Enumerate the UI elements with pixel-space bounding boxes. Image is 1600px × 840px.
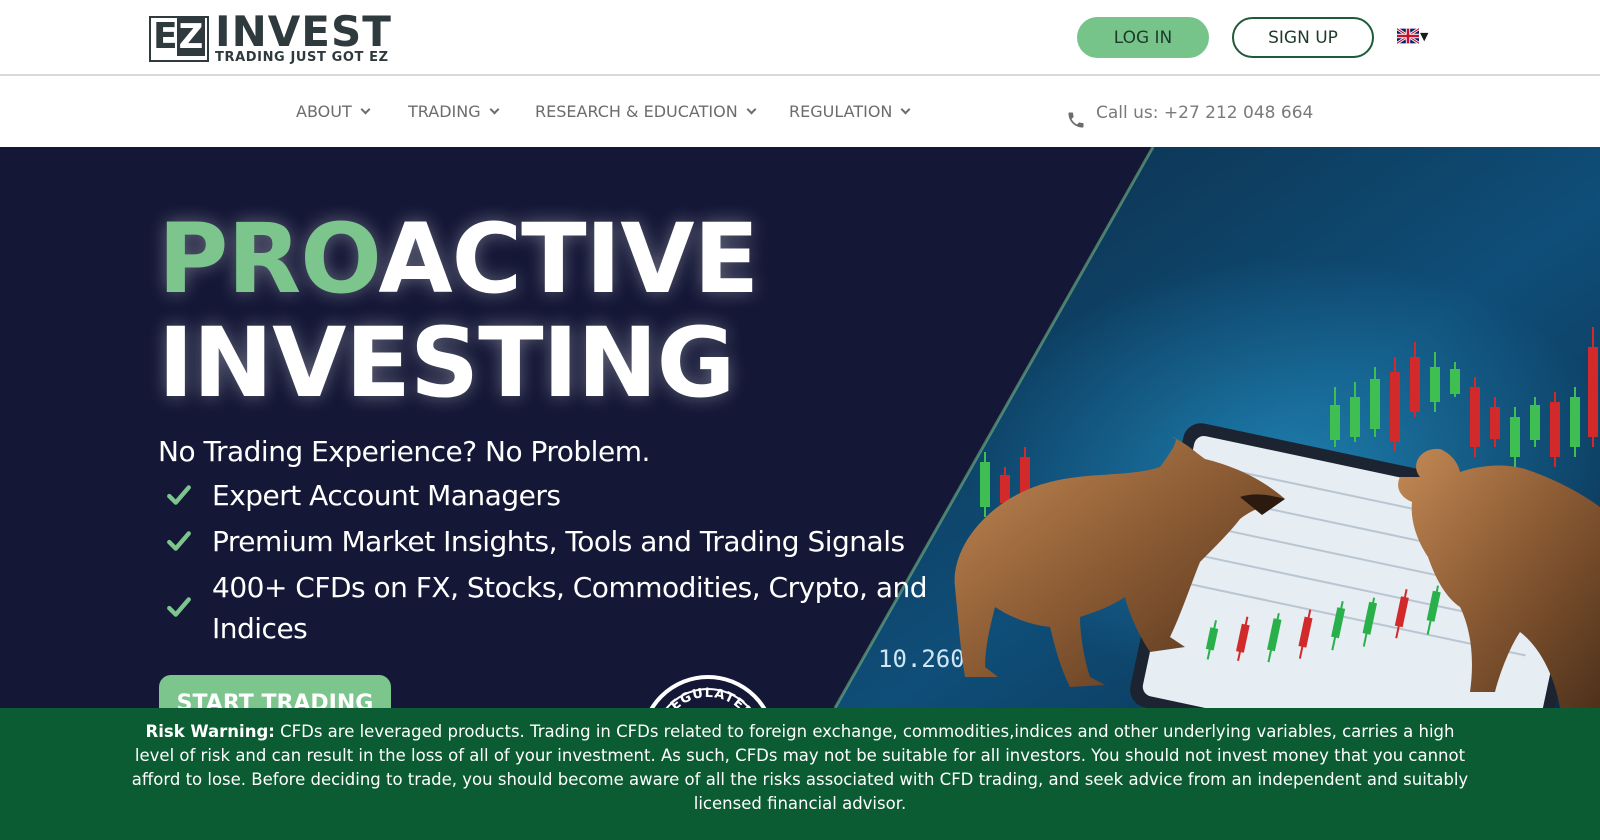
checkmark-icon [167, 530, 191, 551]
risk-warning-text: CFDs are leveraged products. Trading in … [131, 722, 1469, 813]
logo-tagline: TRADING JUST GOT EZ [215, 50, 389, 65]
feature-item: Expert Account Managers [158, 475, 938, 516]
chevron-down-icon [900, 104, 911, 115]
login-button[interactable]: LOG IN [1077, 17, 1209, 58]
chevron-down-icon [360, 104, 371, 115]
logo-mark-e: E [153, 16, 178, 57]
regulated-badge: REGULATED [649, 675, 767, 708]
headline-rest: ACTIVE [378, 203, 759, 315]
nav-item-label: TRADING [408, 102, 481, 121]
nav-item-regulation[interactable]: REGULATION [789, 102, 911, 121]
feature-text: Expert Account Managers [212, 479, 561, 512]
signup-button[interactable]: SIGN UP [1232, 17, 1374, 58]
hero-subhead: No Trading Experience? No Problem. [158, 435, 650, 468]
checkmark-icon [167, 484, 191, 505]
feature-text: Premium Market Insights, Tools and Tradi… [212, 525, 905, 558]
nav-item-about[interactable]: ABOUT [296, 102, 371, 121]
headline-line-2: INVESTING [158, 307, 735, 419]
phone-contact[interactable]: Call us: +27 212 048 664 [1066, 96, 1313, 130]
logo-mark-z: Z [177, 17, 205, 57]
chevron-down-icon [746, 104, 757, 115]
uk-flag-icon[interactable] [1397, 28, 1419, 44]
ezinvest-logo[interactable]: E Z INVEST TRADING JUST GOT EZ [149, 10, 409, 65]
start-trading-button[interactable]: START TRADING [159, 675, 391, 708]
feature-text: 400+ CFDs on FX, Stocks, Commodities, Cr… [212, 571, 928, 645]
risk-warning-label: Risk Warning: [145, 722, 275, 741]
phone-icon [1068, 112, 1084, 128]
nav-item-trading[interactable]: TRADING [408, 102, 500, 121]
feature-item: Premium Market Insights, Tools and Tradi… [158, 521, 938, 562]
nav-item-label: ABOUT [296, 102, 352, 121]
nav-item-label: REGULATION [789, 102, 893, 121]
feature-item: 400+ CFDs on FX, Stocks, Commodities, Cr… [158, 567, 938, 649]
checkmark-icon [167, 597, 191, 617]
chevron-down-icon [489, 104, 500, 115]
headline-line-1: PROACTIVE [158, 207, 759, 311]
phone-number: Call us: +27 212 048 664 [1096, 103, 1314, 123]
language-caret-icon[interactable]: ▼ [1420, 30, 1428, 43]
logo-brand: INVEST [215, 7, 392, 56]
hero-banner: 10.260 PROACTIVE INVESTING No Trading Ex… [0, 147, 1600, 708]
feature-list: Expert Account Managers Premium Market I… [158, 475, 938, 654]
hero-headline: PROACTIVE INVESTING [158, 207, 759, 419]
top-bar: E Z INVEST TRADING JUST GOT EZ LOG IN SI… [0, 0, 1600, 76]
nav-item-research-education[interactable]: RESEARCH & EDUCATION [535, 102, 757, 121]
headline-accent: PRO [158, 203, 379, 315]
nav-item-label: RESEARCH & EDUCATION [535, 102, 738, 121]
main-nav: ABOUT TRADING RESEARCH & EDUCATION REGUL… [0, 78, 1600, 148]
risk-warning-banner: Risk Warning: CFDs are leveraged product… [0, 708, 1600, 840]
